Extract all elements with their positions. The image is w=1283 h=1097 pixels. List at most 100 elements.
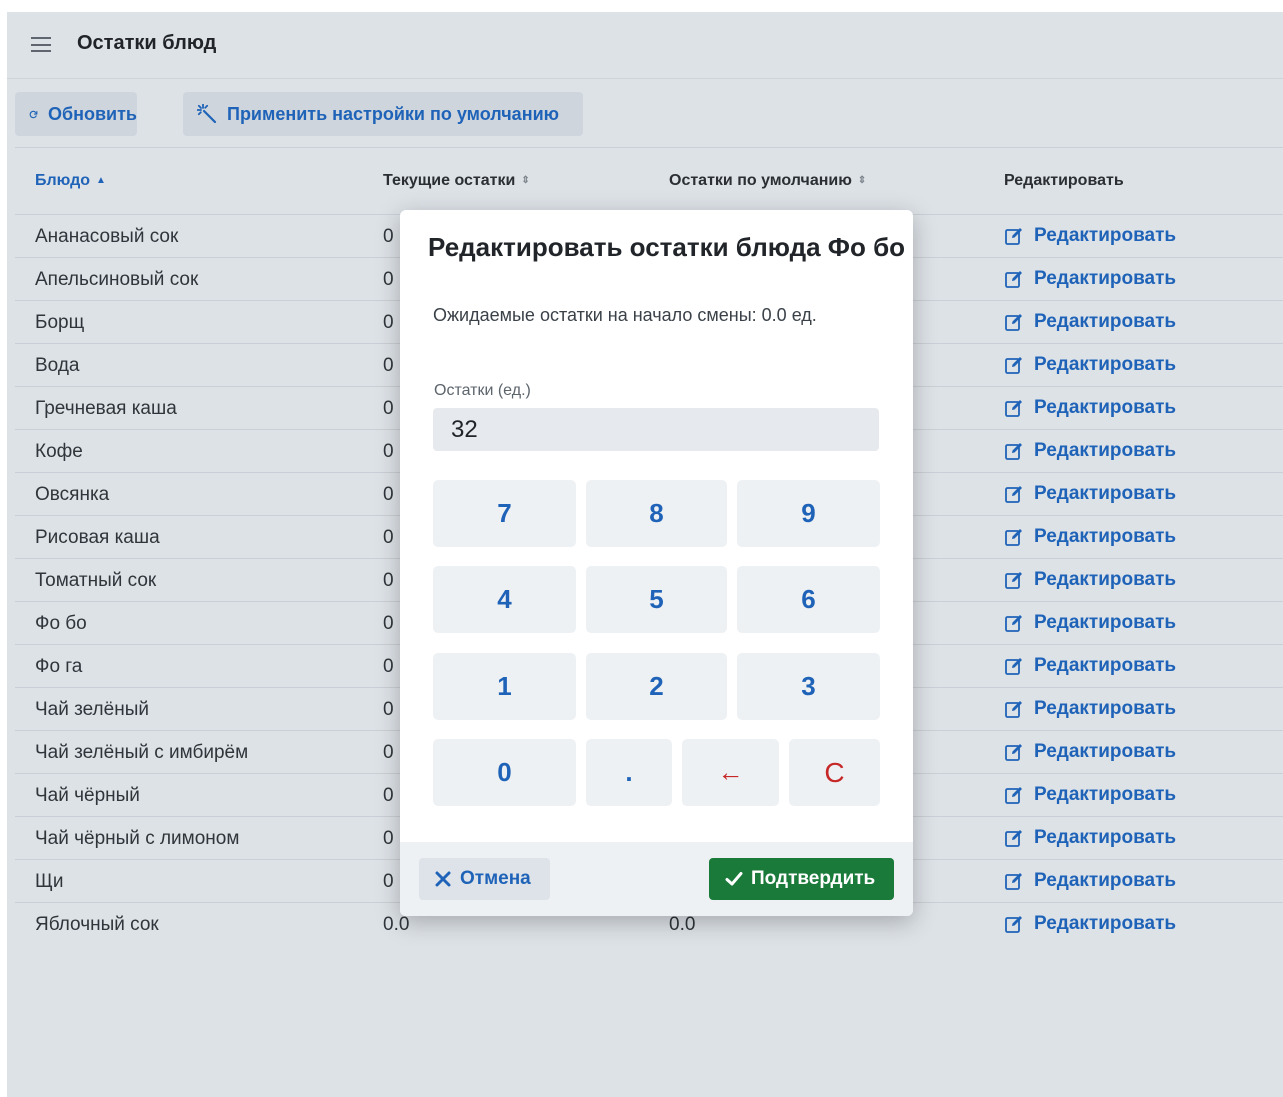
key-8[interactable]: 8	[586, 480, 727, 547]
refresh-button-label: Обновить	[48, 103, 137, 124]
edit-link-label: Редактировать	[1034, 784, 1177, 805]
dish-name: Фо га	[35, 656, 83, 677]
dish-name: Ананасовый сок	[35, 226, 179, 247]
edit-link[interactable]: Редактировать	[1004, 612, 1176, 634]
close-icon	[435, 871, 451, 887]
current-stock: 0	[383, 656, 394, 677]
current-stock: 0	[383, 269, 394, 290]
edit-icon	[1004, 269, 1034, 289]
current-stock: 0	[383, 613, 394, 634]
edit-link[interactable]: Редактировать	[1004, 225, 1176, 247]
dish-name: Вода	[35, 355, 80, 376]
edit-icon	[1004, 527, 1034, 547]
column-header-dish[interactable]: Блюдо ▲	[35, 172, 106, 190]
edit-link[interactable]: Редактировать	[1004, 784, 1176, 806]
current-stock: 0	[383, 226, 394, 247]
current-stock: 0	[383, 441, 394, 462]
confirm-button[interactable]: Подтвердить	[709, 858, 894, 900]
edit-icon	[1004, 785, 1034, 805]
edit-icon	[1004, 914, 1034, 934]
edit-link-label: Редактировать	[1034, 827, 1177, 848]
current-stock: 0	[383, 699, 394, 720]
edit-link[interactable]: Редактировать	[1004, 913, 1176, 935]
edit-link[interactable]: Редактировать	[1004, 483, 1176, 505]
dish-name: Кофе	[35, 441, 83, 462]
dish-name: Чай зелёный с имбирём	[35, 742, 249, 763]
hamburger-icon[interactable]	[31, 37, 51, 52]
edit-link-label: Редактировать	[1034, 440, 1177, 461]
edit-icon	[1004, 699, 1034, 719]
key-clear[interactable]: C	[789, 739, 880, 806]
edit-icon	[1004, 828, 1034, 848]
edit-link-label: Редактировать	[1034, 268, 1177, 289]
edit-link[interactable]: Редактировать	[1004, 526, 1176, 548]
dialog-title: Редактировать остатки блюда Фо бо	[428, 232, 906, 262]
edit-icon	[1004, 312, 1034, 332]
column-header-current[interactable]: Текущие остатки ⇕	[383, 172, 530, 190]
edit-link-label: Редактировать	[1034, 483, 1177, 504]
current-stock: 0	[383, 785, 394, 806]
edit-link-label: Редактировать	[1034, 913, 1177, 934]
edit-link[interactable]: Редактировать	[1004, 870, 1176, 892]
current-stock: 0	[383, 828, 394, 849]
edit-icon	[1004, 656, 1034, 676]
key-1[interactable]: 1	[433, 653, 576, 720]
key-0[interactable]: 0	[433, 739, 576, 806]
refresh-button[interactable]: Обновить	[15, 92, 137, 136]
dialog-footer: Отмена Подтвердить	[400, 842, 913, 916]
edit-link[interactable]: Редактировать	[1004, 311, 1176, 333]
edit-link[interactable]: Редактировать	[1004, 827, 1176, 849]
dish-name: Гречневая каша	[35, 398, 177, 419]
key-decimal[interactable]: .	[586, 739, 672, 806]
key-5[interactable]: 5	[586, 566, 727, 633]
current-stock: 0	[383, 355, 394, 376]
edit-link-label: Редактировать	[1034, 569, 1177, 590]
edit-icon	[1004, 398, 1034, 418]
edit-link[interactable]: Редактировать	[1004, 397, 1176, 419]
key-4[interactable]: 4	[433, 566, 576, 633]
edit-link[interactable]: Редактировать	[1004, 569, 1176, 591]
edit-link[interactable]: Редактировать	[1004, 354, 1176, 376]
current-stock: 0	[383, 871, 394, 892]
dish-name: Чай чёрный с лимоном	[35, 828, 240, 849]
apply-defaults-button[interactable]: Применить настройки по умолчанию	[183, 92, 583, 136]
expected-stock-text: Ожидаемые остатки на начало смены: 0.0 е…	[433, 305, 817, 325]
cancel-label: Отмена	[460, 868, 531, 889]
key-7[interactable]: 7	[433, 480, 576, 547]
dish-name: Чай зелёный	[35, 699, 149, 720]
edit-link[interactable]: Редактировать	[1004, 741, 1176, 763]
current-stock: 0.0	[383, 914, 410, 935]
edit-link-label: Редактировать	[1034, 354, 1177, 375]
edit-link[interactable]: Редактировать	[1004, 268, 1176, 290]
edit-icon	[1004, 871, 1034, 891]
edit-link[interactable]: Редактировать	[1004, 698, 1176, 720]
key-6[interactable]: 6	[737, 566, 880, 633]
column-header-edit: Редактировать	[1004, 172, 1124, 189]
sort-asc-icon: ▲	[96, 175, 106, 186]
edit-link-label: Редактировать	[1034, 698, 1177, 719]
key-9[interactable]: 9	[737, 480, 880, 547]
current-stock: 0	[383, 398, 394, 419]
edit-link[interactable]: Редактировать	[1004, 655, 1176, 677]
dish-name: Щи	[35, 871, 64, 892]
refresh-icon	[29, 110, 38, 118]
edit-link-label: Редактировать	[1034, 311, 1177, 332]
column-header-default[interactable]: Остатки по умолчанию ⇕	[669, 172, 866, 190]
current-stock: 0	[383, 484, 394, 505]
edit-link[interactable]: Редактировать	[1004, 440, 1176, 462]
sort-icon: ⇕	[857, 175, 867, 186]
edit-link-label: Редактировать	[1034, 870, 1177, 891]
key-3[interactable]: 3	[737, 653, 880, 720]
edit-icon	[1004, 355, 1034, 375]
edit-link-label: Редактировать	[1034, 225, 1177, 246]
edit-icon	[1004, 441, 1034, 461]
magic-wand-icon	[197, 104, 217, 124]
stock-input[interactable]	[433, 408, 879, 451]
check-icon	[725, 872, 743, 886]
edit-link-label: Редактировать	[1034, 741, 1177, 762]
key-2[interactable]: 2	[586, 653, 727, 720]
key-backspace[interactable]: ←	[682, 739, 779, 806]
apply-defaults-label: Применить настройки по умолчанию	[227, 103, 560, 124]
dish-name: Яблочный сок	[35, 914, 159, 935]
cancel-button[interactable]: Отмена	[419, 858, 550, 900]
